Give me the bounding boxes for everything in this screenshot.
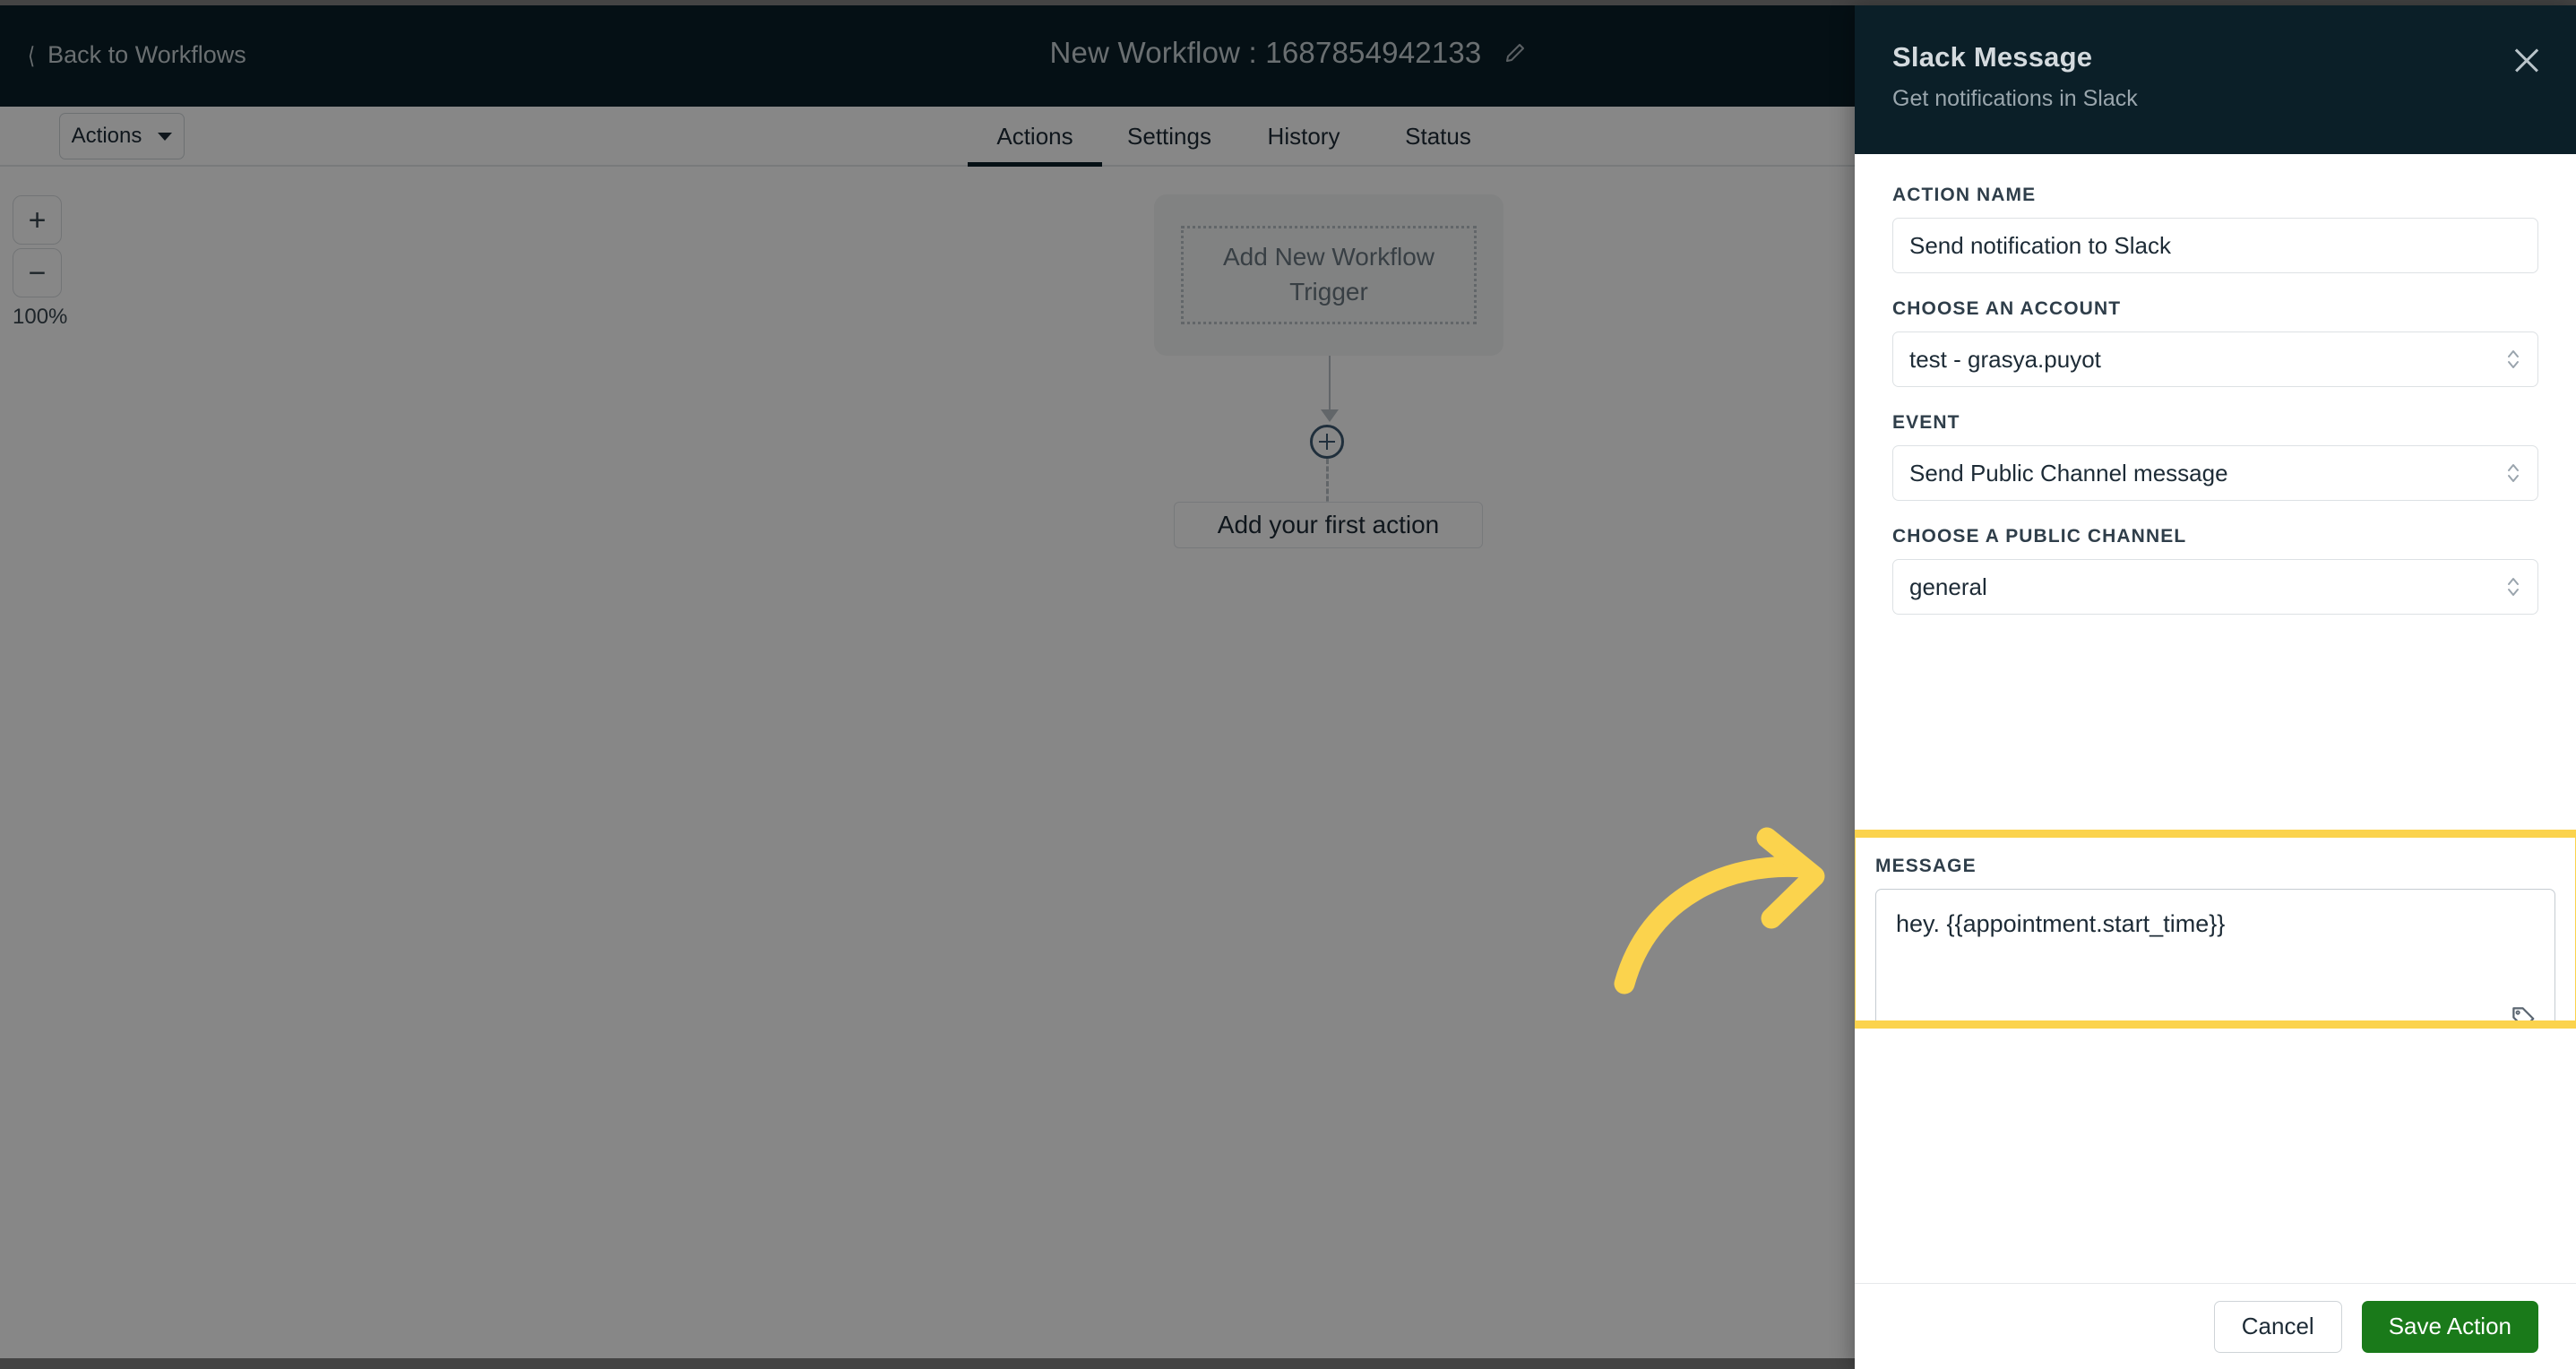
tab-settings[interactable]: Settings <box>1102 107 1236 167</box>
add-workflow-trigger-label: Add New Workflow Trigger <box>1181 226 1477 324</box>
message-textarea[interactable]: hey. {{appointment.start_time}} <box>1875 889 2555 1029</box>
zoom-out-button[interactable]: − <box>13 248 62 297</box>
cancel-button-label: Cancel <box>2241 1313 2314 1339</box>
event-select[interactable]: Send Public Channel message <box>1892 445 2538 501</box>
event-field: EVENT Send Public Channel message <box>1892 412 2538 501</box>
actions-dropdown-button[interactable]: Actions <box>59 113 185 159</box>
save-action-button[interactable]: Save Action <box>2361 1300 2538 1353</box>
panel-body: ACTION NAME Send notification to Slack C… <box>1855 154 2576 1283</box>
message-label: MESSAGE <box>1875 856 1977 876</box>
channel-select[interactable]: general <box>1892 559 2538 615</box>
account-select-value: test - grasya.puyot <box>1909 345 2101 373</box>
zoom-level-label: 100% <box>13 305 68 329</box>
zoom-out-label: − <box>28 255 47 290</box>
chevron-up-down-icon <box>2508 464 2519 482</box>
chevron-down-icon <box>158 132 173 141</box>
workflow-tabs: Actions Settings History Status <box>968 107 1505 167</box>
tag-icon[interactable] <box>2510 1004 2537 1029</box>
plus-circle-icon[interactable] <box>1310 425 1344 459</box>
chevron-up-down-icon <box>2508 350 2519 368</box>
action-name-input[interactable]: Send notification to Slack <box>1892 218 2538 273</box>
tab-actions[interactable]: Actions <box>968 107 1102 167</box>
panel-footer: Cancel Save Action <box>1855 1283 2576 1369</box>
save-action-button-label: Save Action <box>2388 1313 2511 1339</box>
account-label: CHOOSE AN ACCOUNT <box>1892 298 2122 319</box>
account-field: CHOOSE AN ACCOUNT test - grasya.puyot <box>1892 298 2538 387</box>
add-first-action-label: Add your first action <box>1217 511 1440 538</box>
channel-select-value: general <box>1909 573 1987 600</box>
pencil-icon[interactable] <box>1504 42 1526 64</box>
channel-field: CHOOSE A PUBLIC CHANNEL general <box>1892 526 2538 615</box>
cancel-button[interactable]: Cancel <box>2213 1300 2342 1353</box>
workflow-flow: Add New Workflow Trigger Add your first … <box>1154 194 1503 548</box>
tab-actions-label: Actions <box>996 123 1073 150</box>
tab-status[interactable]: Status <box>1371 107 1505 167</box>
tab-settings-label: Settings <box>1127 123 1211 150</box>
chevron-up-down-icon <box>2508 578 2519 596</box>
message-field-highlight: MESSAGE hey. {{appointment.start_time}} … <box>1855 830 2576 1029</box>
event-label: EVENT <box>1892 412 1960 433</box>
tab-history[interactable]: History <box>1236 107 1371 167</box>
message-textarea-value: hey. {{appointment.start_time}} <box>1896 910 2226 937</box>
tab-status-label: Status <box>1405 123 1471 150</box>
event-select-value: Send Public Channel message <box>1909 459 2228 486</box>
channel-label: CHOOSE A PUBLIC CHANNEL <box>1892 526 2187 547</box>
zoom-controls: + − 100% <box>13 195 72 330</box>
action-name-label: ACTION NAME <box>1892 185 2037 205</box>
actions-dropdown-label: Actions <box>71 124 142 148</box>
flow-arrow-head-icon <box>1321 409 1339 422</box>
slack-message-action-panel: Slack Message Get notifications in Slack… <box>1855 5 2576 1369</box>
zoom-in-label: + <box>28 202 47 237</box>
panel-header: Slack Message Get notifications in Slack <box>1855 5 2576 154</box>
account-select[interactable]: test - grasya.puyot <box>1892 331 2538 387</box>
page-title: New Workflow : 1687854942133 <box>1049 36 1482 69</box>
add-first-action-button[interactable]: Add your first action <box>1174 502 1483 548</box>
panel-title: Slack Message <box>1892 41 2093 73</box>
action-name-field: ACTION NAME Send notification to Slack <box>1892 185 2538 273</box>
close-icon[interactable] <box>2511 45 2542 75</box>
add-workflow-trigger-card[interactable]: Add New Workflow Trigger <box>1154 194 1503 356</box>
panel-subtitle: Get notifications in Slack <box>1892 86 2138 111</box>
zoom-in-button[interactable]: + <box>13 195 62 245</box>
tab-history-label: History <box>1267 123 1340 150</box>
